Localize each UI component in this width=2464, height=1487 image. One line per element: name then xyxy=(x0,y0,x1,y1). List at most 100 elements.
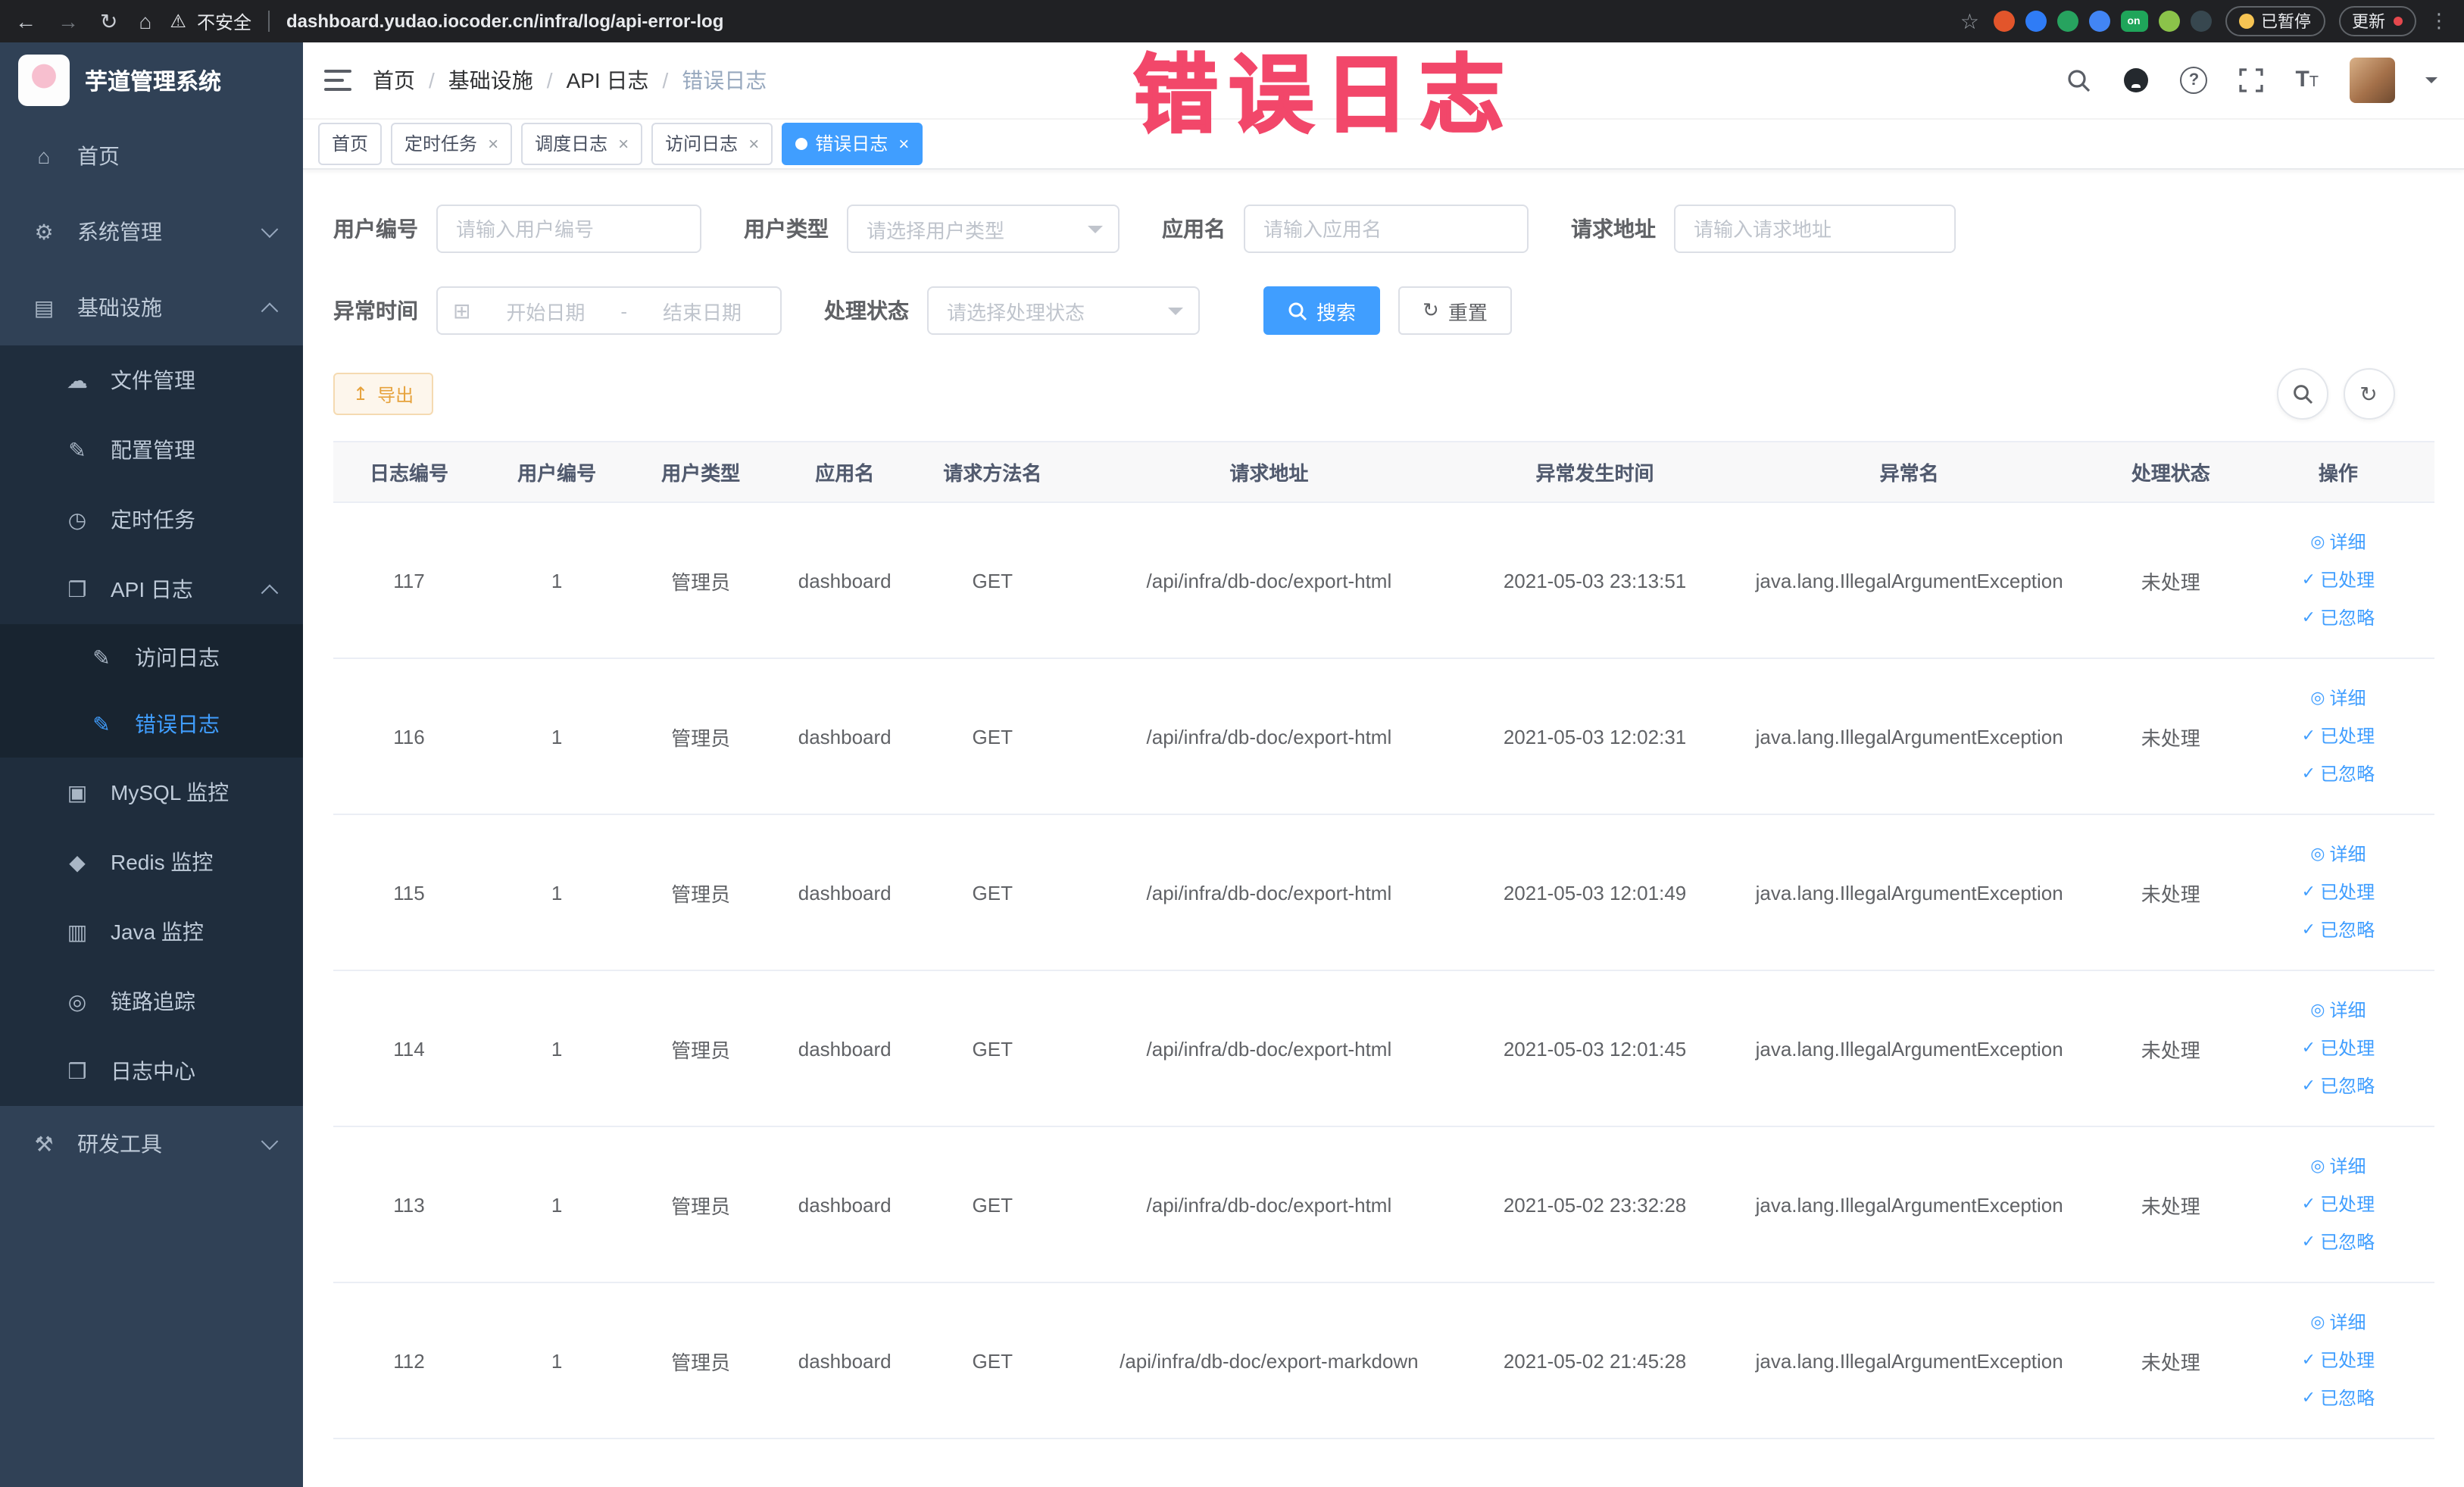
mark-processed-link[interactable]: ✓ 已处理 xyxy=(2302,875,2375,910)
reset-button[interactable]: ↻ 重置 xyxy=(1398,286,1512,335)
tab-label: 错误日志 xyxy=(815,133,888,155)
browser-menu-icon[interactable]: ⋮ xyxy=(2429,9,2449,33)
detail-link[interactable]: ◎ 详细 xyxy=(2310,993,2366,1028)
sidebar-item-mysql-monitor[interactable]: ▣ MySQL 监控 xyxy=(0,758,303,827)
breadcrumb-item[interactable]: 基础设施 xyxy=(448,65,533,95)
extension-icon-orange[interactable] xyxy=(1993,11,2014,32)
extension-icon-leaf[interactable] xyxy=(2158,11,2179,32)
home-icon[interactable]: ⌂ xyxy=(139,11,151,32)
select-placeholder: 请选择用户类型 xyxy=(867,219,1005,242)
mark-ignored-link[interactable]: ✓ 已忽略 xyxy=(2302,913,2375,948)
sidebar-item-config-management[interactable]: ✎ 配置管理 xyxy=(0,415,303,485)
tab-error-log[interactable]: 错误日志 × xyxy=(782,122,923,164)
sidebar-item-java-monitor[interactable]: ▥ Java 监控 xyxy=(0,897,303,967)
font-size-icon[interactable]: TT xyxy=(2295,67,2319,94)
field-label: 用户类型 xyxy=(744,217,829,241)
search-button[interactable]: 搜索 xyxy=(1263,286,1381,335)
process-status-select[interactable]: 请选择处理状态 xyxy=(927,286,1200,335)
fullscreen-icon[interactable] xyxy=(2238,67,2265,94)
mark-ignored-link[interactable]: ✓ 已忽略 xyxy=(2302,1069,2375,1104)
extension-icon-green[interactable] xyxy=(2056,11,2078,32)
tab-label: 定时任务 xyxy=(404,133,478,155)
cell-exception-time: 2021-05-03 12:01:49 xyxy=(1469,814,1720,971)
forward-icon[interactable]: → xyxy=(58,11,79,32)
close-icon[interactable]: × xyxy=(618,133,629,154)
mark-processed-link[interactable]: ✓ 已处理 xyxy=(2302,1343,2375,1378)
hide-search-button[interactable] xyxy=(2276,368,2328,420)
sidebar-item-label: Redis 监控 xyxy=(111,850,214,874)
sidebar-item-access-log[interactable]: ✎ 访问日志 xyxy=(0,624,303,691)
extension-icon-grid[interactable] xyxy=(2088,11,2110,32)
sidebar-toggle-icon[interactable] xyxy=(324,70,351,91)
tab-access-log[interactable]: 访问日志 × xyxy=(651,122,773,164)
detail-link[interactable]: ◎ 详细 xyxy=(2310,681,2366,716)
sidebar-item-label: 首页 xyxy=(77,144,120,168)
sidebar-item-infrastructure[interactable]: ▤ 基础设施 xyxy=(0,270,303,345)
extension-icon-blue[interactable] xyxy=(2025,11,2046,32)
export-button[interactable]: ↥ 导出 xyxy=(333,373,434,415)
user-id-input[interactable] xyxy=(436,205,701,253)
mark-processed-link[interactable]: ✓ 已处理 xyxy=(2302,719,2375,754)
mark-ignored-link[interactable]: ✓ 已忽略 xyxy=(2302,601,2375,636)
cell-request-url: /api/infra/db-doc/export-html xyxy=(1068,658,1470,815)
detail-link[interactable]: ◎ 详细 xyxy=(2310,525,2366,560)
extension-icon-switch-on[interactable]: on xyxy=(2120,11,2147,32)
cell-exception-time: 2021-05-03 12:02:31 xyxy=(1469,658,1720,815)
sidebar-item-log-center[interactable]: ❒ 日志中心 xyxy=(0,1036,303,1106)
sidebar-item-error-log[interactable]: ✎ 错误日志 xyxy=(0,691,303,758)
request-url-input[interactable] xyxy=(1674,205,1956,253)
browser-toolbar-right: ☆ on 已暂停 更新 ⋮ xyxy=(1945,6,2464,36)
chevron-down-icon[interactable] xyxy=(2425,77,2437,89)
sidebar-item-home[interactable]: ⌂ 首页 xyxy=(0,118,303,194)
refresh-button[interactable]: ↻ xyxy=(2343,368,2394,420)
reload-icon[interactable]: ↻ xyxy=(100,11,117,32)
mark-ignored-link[interactable]: ✓ 已忽略 xyxy=(2302,1381,2375,1416)
close-icon[interactable]: × xyxy=(748,133,759,154)
detail-link[interactable]: ◎ 详细 xyxy=(2310,1149,2366,1184)
sidebar-item-dev-tools[interactable]: ⚒ 研发工具 xyxy=(0,1106,303,1182)
logo-avatar xyxy=(18,55,70,106)
search-icon[interactable] xyxy=(2065,67,2092,94)
mark-ignored-link[interactable]: ✓ 已忽略 xyxy=(2302,1225,2375,1260)
tab-schedule-log[interactable]: 调度日志 × xyxy=(521,122,643,164)
cell-request-url: /api/infra/db-doc/export-html xyxy=(1068,1126,1470,1283)
extension-icon-dark[interactable] xyxy=(2190,11,2211,32)
mark-processed-link[interactable]: ✓ 已处理 xyxy=(2302,1031,2375,1066)
close-icon[interactable]: × xyxy=(488,133,498,154)
cell-exception-time: 2021-05-02 21:45:28 xyxy=(1469,1282,1720,1439)
close-icon[interactable]: × xyxy=(898,133,909,154)
sidebar-item-scheduled-jobs[interactable]: ◷ 定时任务 xyxy=(0,485,303,555)
breadcrumb-item[interactable]: API 日志 xyxy=(567,65,649,95)
user-type-select[interactable]: 请选择用户类型 xyxy=(847,205,1120,253)
github-icon[interactable] xyxy=(2122,67,2150,94)
tab-home[interactable]: 首页 xyxy=(318,122,383,164)
tab-scheduled-jobs[interactable]: 定时任务 × xyxy=(391,122,513,164)
chevron-down-icon xyxy=(1168,307,1183,322)
reset-button-label: 重置 xyxy=(1447,301,1488,323)
sidebar-item-system-management[interactable]: ⚙ 系统管理 xyxy=(0,194,303,270)
detail-link[interactable]: ◎ 详细 xyxy=(2310,837,2366,872)
update-button[interactable]: 更新 xyxy=(2338,6,2416,36)
column-header: 异常名 xyxy=(1719,441,2099,503)
detail-link[interactable]: ◎ 详细 xyxy=(2310,1305,2366,1340)
sidebar-item-trace[interactable]: ◎ 链路追踪 xyxy=(0,967,303,1036)
paused-badge[interactable]: 已暂停 xyxy=(2225,6,2325,36)
sidebar-item-redis-monitor[interactable]: ◆ Redis 监控 xyxy=(0,827,303,897)
check-icon: ✓ xyxy=(2301,1232,2316,1251)
back-icon[interactable]: ← xyxy=(15,11,36,32)
app-name-input[interactable] xyxy=(1244,205,1529,253)
date-range-picker[interactable]: ⊞ 开始日期 - 结束日期 xyxy=(436,286,782,335)
address-bar[interactable]: ⚠ 不安全 dashboard.yudao.iocoder.cn/infra/l… xyxy=(170,8,1944,34)
sidebar-item-api-log[interactable]: ❐ API 日志 xyxy=(0,555,303,624)
bookmark-star-icon[interactable]: ☆ xyxy=(1960,8,1979,34)
mark-ignored-link[interactable]: ✓ 已忽略 xyxy=(2302,757,2375,792)
mark-processed-link[interactable]: ✓ 已处理 xyxy=(2302,1187,2375,1222)
user-avatar[interactable] xyxy=(2349,58,2394,103)
cell-exception-time: 2021-05-03 12:01:45 xyxy=(1469,970,1720,1127)
browser-nav-buttons: ← → ↻ ⌂ xyxy=(0,11,170,32)
help-icon[interactable]: ? xyxy=(2180,67,2208,94)
breadcrumb-item[interactable]: 首页 xyxy=(373,65,415,95)
table-row: 115 1 管理员 dashboard GET /api/infra/db-do… xyxy=(333,814,2434,971)
sidebar-item-file-management[interactable]: ☁ 文件管理 xyxy=(0,345,303,415)
mark-processed-link[interactable]: ✓ 已处理 xyxy=(2302,563,2375,598)
